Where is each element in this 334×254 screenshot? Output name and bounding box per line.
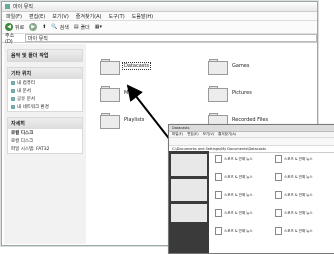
inset-file-item[interactable]: 스포츠 & 연예 뉴스 [215, 227, 253, 235]
inset-file-item[interactable]: 스포츠 & 연예 뉴스 [215, 209, 253, 217]
inset-toolbar [169, 138, 334, 146]
inset-file-item[interactable]: 스포츠 & 연예 뉴스 [275, 191, 313, 199]
file-icon [215, 173, 222, 181]
inset-menu-view[interactable]: 보기(V) [203, 132, 215, 137]
inset-menu-edit[interactable]: 편집(E) [187, 132, 198, 137]
inset-title: Datacasts [172, 126, 190, 130]
file-icon [275, 191, 282, 199]
datacasts-window-inset: Datacasts 파일(F) 편집(E) 보기(V) 즐겨찾기(A) C:\D… [168, 124, 334, 254]
inset-task-pane [169, 151, 209, 253]
file-icon [215, 155, 222, 163]
inset-title-bar: Datacasts [169, 125, 334, 132]
inset-menu-file[interactable]: 파일(F) [172, 132, 183, 137]
inset-file-item[interactable]: 스포츠 & 연예 뉴스 [275, 227, 313, 235]
file-icon [275, 155, 282, 163]
inset-file-item[interactable]: 스포츠 & 연예 뉴스 [275, 155, 313, 163]
file-icon [275, 173, 282, 181]
inset-file-item[interactable]: 스포츠 & 연예 뉴스 [215, 173, 253, 181]
inset-panel [171, 179, 207, 201]
file-icon [215, 227, 222, 235]
inset-menu-favorites[interactable]: 즐겨찾기(A) [218, 132, 236, 137]
inset-file-item[interactable]: 스포츠 & 연예 뉴스 [215, 191, 253, 199]
inset-panel [171, 204, 207, 222]
inset-file-item[interactable]: 스포츠 & 연예 뉴스 [215, 155, 253, 163]
file-icon [215, 191, 222, 199]
inset-file-item[interactable]: 스포츠 & 연예 뉴스 [275, 209, 313, 217]
file-icon [215, 209, 222, 217]
file-icon [275, 209, 282, 217]
file-icon [275, 227, 282, 235]
inset-file-item[interactable]: 스포츠 & 연예 뉴스 [275, 173, 313, 181]
inset-panel [171, 154, 207, 176]
